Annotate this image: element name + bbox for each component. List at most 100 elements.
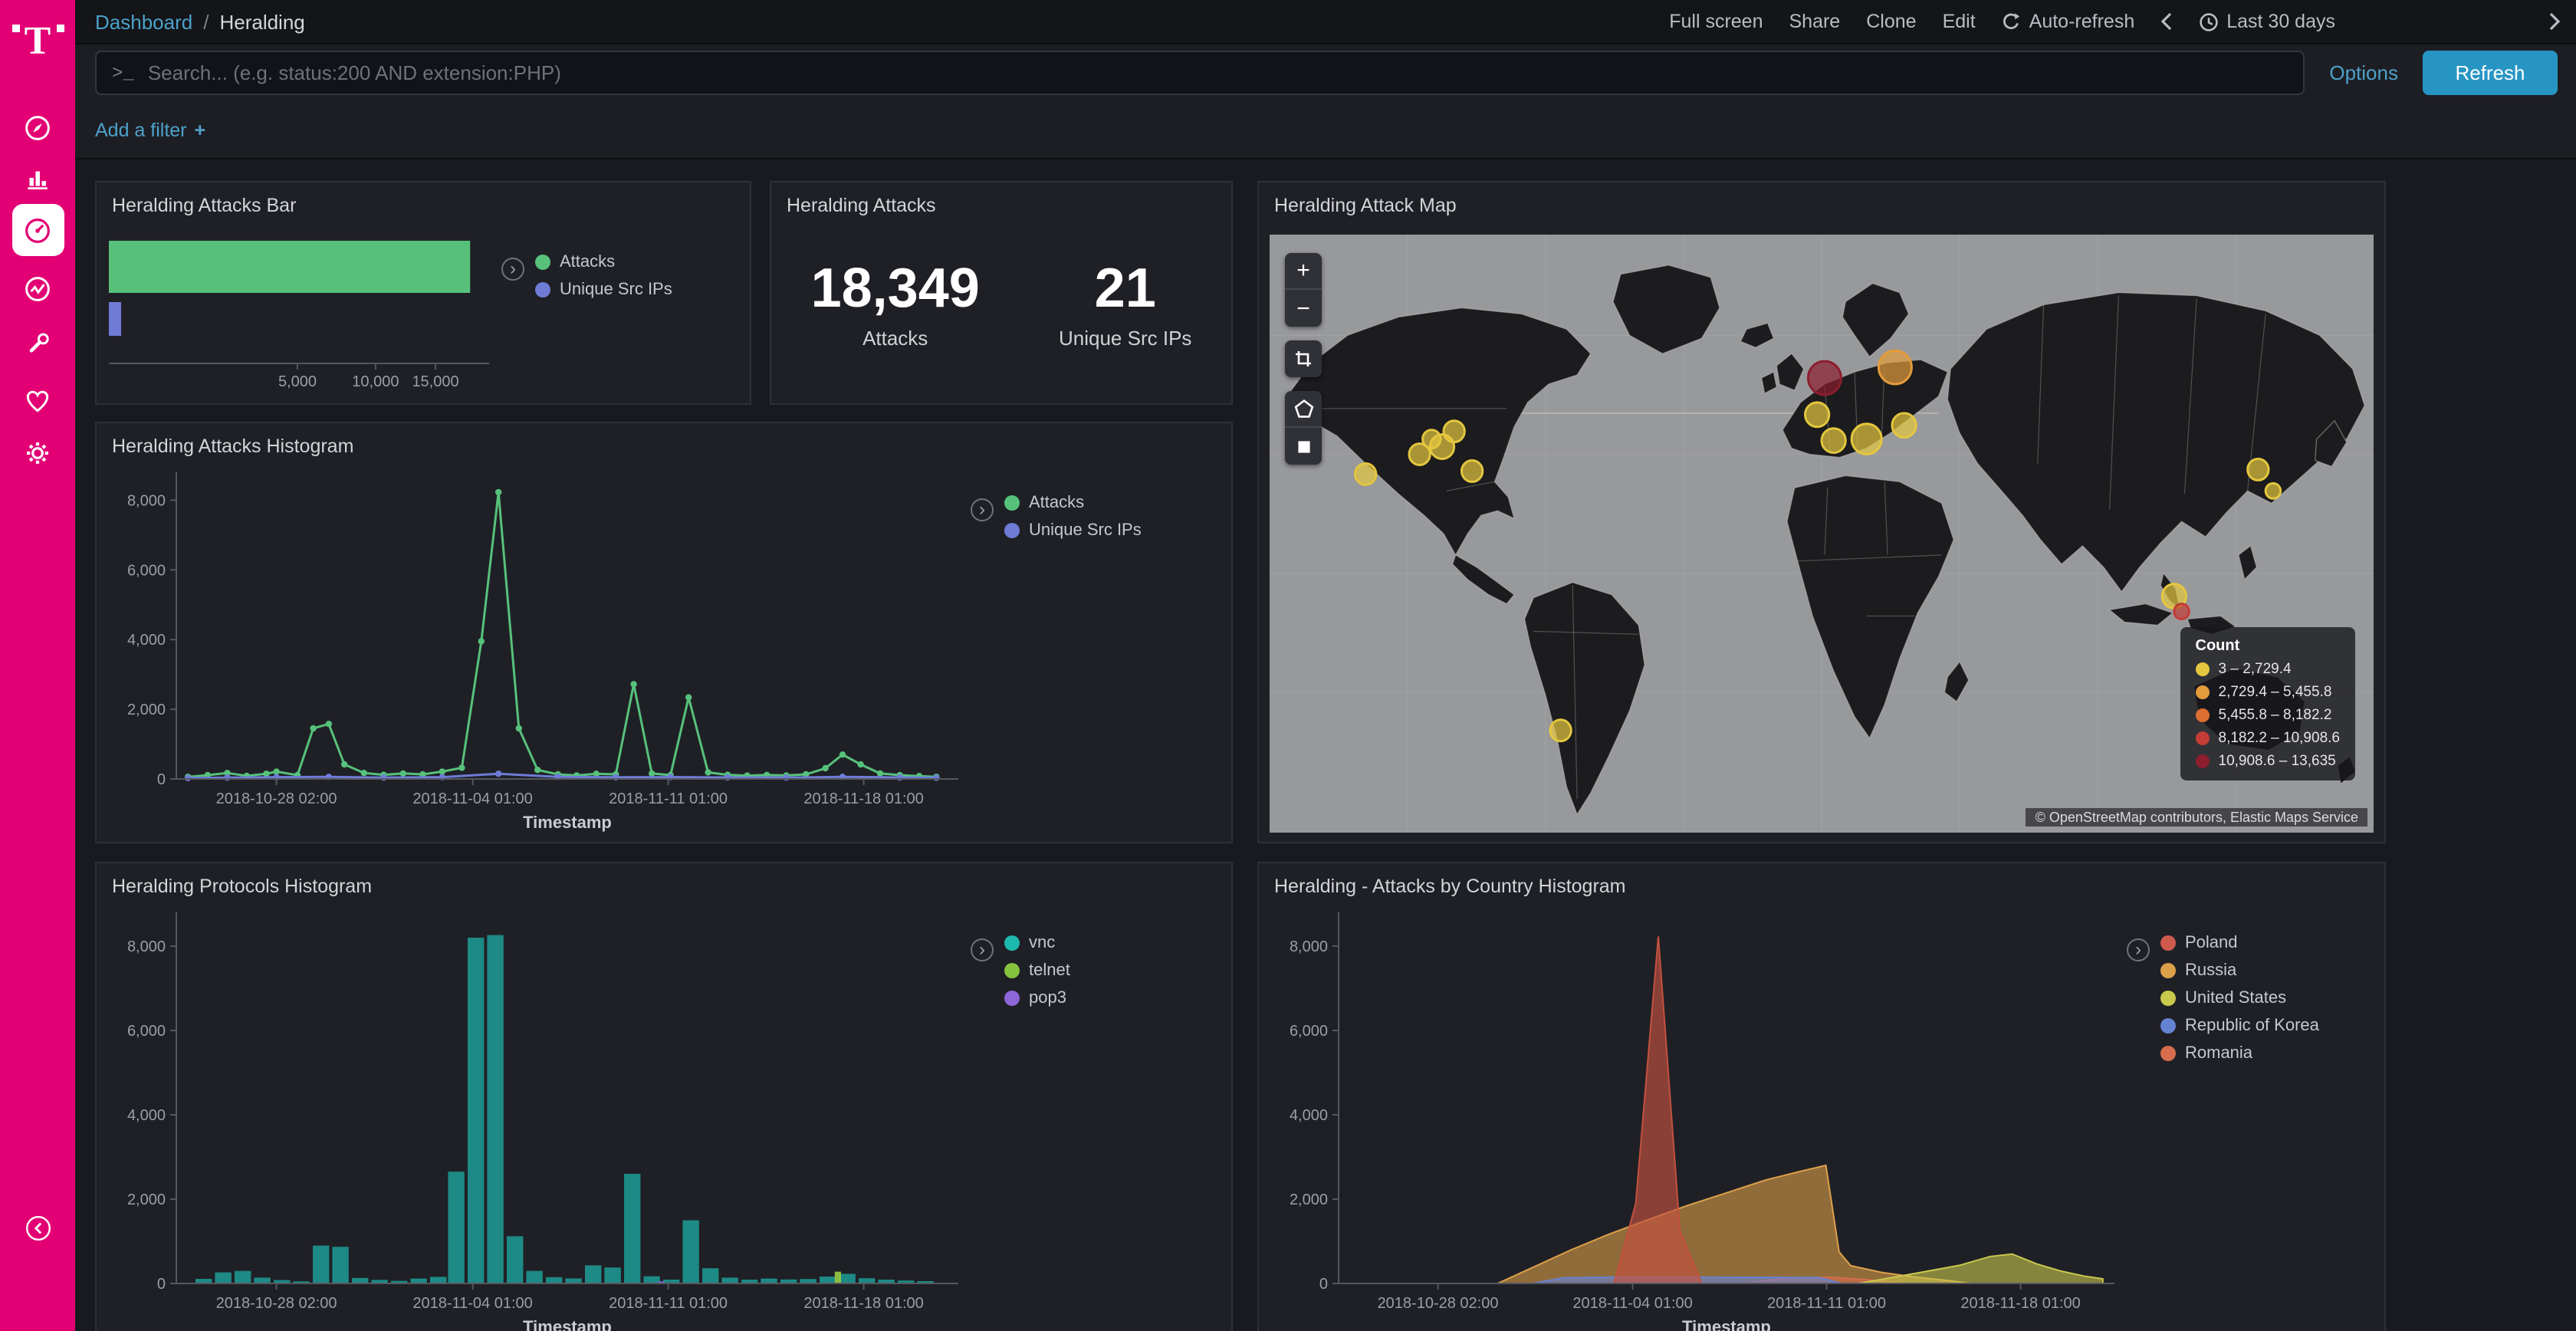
legend-toggle-icon[interactable]: › bbox=[971, 498, 994, 521]
sidebar-item-timelion[interactable] bbox=[12, 262, 64, 314]
share-button[interactable]: Share bbox=[1789, 11, 1841, 32]
panel-title: Heralding Attacks Histogram bbox=[97, 423, 1231, 457]
map-attribution: © OpenStreetMap contributors, Elastic Ma… bbox=[2026, 808, 2367, 827]
crop-icon bbox=[1294, 350, 1313, 368]
legend-item[interactable]: 5,455.8 – 8,182.2 bbox=[2196, 707, 2341, 724]
legend-dot bbox=[535, 255, 550, 270]
clone-button[interactable]: Clone bbox=[1866, 11, 1916, 32]
svg-text:4,000: 4,000 bbox=[127, 632, 166, 649]
map-point[interactable] bbox=[2174, 604, 2190, 619]
chart-legend: Poland Russia United States Republic of Kor… bbox=[2160, 934, 2319, 1072]
edit-button[interactable]: Edit bbox=[1943, 11, 1976, 32]
chart-canvas: 02,0004,0006,0008,0002018-10-28 02:00201… bbox=[106, 900, 968, 1331]
legend-item[interactable]: 3 – 2,729.4 bbox=[2196, 661, 2341, 678]
legend-label: telnet bbox=[1029, 961, 1070, 980]
map-point[interactable] bbox=[1355, 463, 1376, 485]
sidebar-item-dev-tools[interactable] bbox=[12, 317, 64, 370]
map-draw-rectangle-button[interactable] bbox=[1285, 428, 1322, 465]
add-filter-plus-icon[interactable]: + bbox=[195, 119, 206, 140]
sidebar-item-management[interactable] bbox=[12, 426, 64, 478]
panel-heralding-protocols-histogram: Heralding Protocols Histogram 02,0004,00… bbox=[95, 862, 1233, 1331]
map-point[interactable] bbox=[1550, 720, 1571, 741]
metric-unique-src-ips: 21 Unique Src IPs bbox=[1059, 256, 1191, 350]
legend-label: Attacks bbox=[1029, 494, 1084, 512]
legend-label: Unique Src IPs bbox=[560, 281, 672, 299]
chart-canvas: 5,00010,00015,000 bbox=[103, 225, 498, 397]
map-point[interactable] bbox=[1822, 429, 1845, 453]
sidebar-collapse-button[interactable] bbox=[15, 1205, 61, 1251]
metric-label: Attacks bbox=[811, 327, 980, 350]
time-range-picker[interactable]: Last 30 days bbox=[2199, 11, 2335, 32]
legend-label: Poland bbox=[2185, 934, 2238, 952]
svg-text:8,000: 8,000 bbox=[1290, 938, 1328, 955]
time-forward-button[interactable] bbox=[2548, 12, 2561, 31]
search-box[interactable]: >_ bbox=[95, 51, 2305, 95]
chart-canvas: 02,0004,0006,0008,0002018-10-28 02:00201… bbox=[106, 460, 968, 834]
time-back-button[interactable] bbox=[2160, 12, 2173, 31]
sidebar-item-dashboard[interactable] bbox=[12, 204, 64, 256]
legend-label: 5,455.8 – 8,182.2 bbox=[2219, 707, 2332, 724]
legend-item[interactable]: Unique Src IPs bbox=[1004, 521, 1142, 540]
map-fit-bounds-button[interactable] bbox=[1285, 340, 1322, 377]
filter-bar: Add a filter + bbox=[75, 101, 2576, 159]
svg-text:Timestamp: Timestamp bbox=[523, 813, 612, 832]
full-screen-button[interactable]: Full screen bbox=[1669, 11, 1763, 32]
legend-item[interactable]: 10,908.6 – 13,635 bbox=[2196, 753, 2341, 770]
legend-item[interactable]: vnc bbox=[1004, 934, 1070, 952]
legend-item[interactable]: Romania bbox=[2160, 1044, 2319, 1063]
legend-item[interactable]: Unique Src IPs bbox=[535, 281, 672, 299]
legend-toggle-icon[interactable]: › bbox=[971, 938, 994, 961]
svg-text:2,000: 2,000 bbox=[1290, 1191, 1328, 1208]
chevron-left-icon bbox=[2160, 12, 2173, 31]
map-point[interactable] bbox=[1805, 403, 1829, 427]
chart-legend: Attacks Unique Src IPs bbox=[1004, 494, 1142, 549]
map-point[interactable] bbox=[1892, 413, 1916, 438]
svg-text:2018-11-04 01:00: 2018-11-04 01:00 bbox=[412, 1295, 532, 1312]
legend-label: 8,182.2 – 10,908.6 bbox=[2219, 730, 2341, 747]
map-point[interactable] bbox=[2266, 483, 2281, 498]
chevron-right-icon bbox=[2548, 12, 2561, 31]
map-point[interactable] bbox=[1461, 460, 1482, 481]
attacks-bar-chart: 5,00010,00015,000 bbox=[103, 225, 498, 397]
refresh-icon bbox=[2002, 12, 2022, 31]
world-map[interactable]: + − bbox=[1270, 235, 2374, 833]
legend-item[interactable]: Russia bbox=[2160, 961, 2319, 980]
map-zoom-out-button[interactable]: − bbox=[1285, 290, 1322, 327]
legend-item[interactable]: Attacks bbox=[1004, 494, 1142, 512]
legend-item[interactable]: 2,729.4 – 5,455.8 bbox=[2196, 684, 2341, 701]
search-input[interactable] bbox=[148, 61, 2288, 84]
legend-toggle-icon[interactable]: › bbox=[501, 258, 524, 281]
legend-item[interactable]: Attacks bbox=[535, 253, 672, 271]
refresh-button[interactable]: Refresh bbox=[2423, 51, 2558, 95]
map-draw-polygon-button[interactable] bbox=[1285, 391, 1322, 428]
legend-item[interactable]: United States bbox=[2160, 989, 2319, 1007]
legend-item[interactable]: 8,182.2 – 10,908.6 bbox=[2196, 730, 2341, 747]
legend-label: 3 – 2,729.4 bbox=[2219, 661, 2292, 678]
sidebar-item-visualize[interactable] bbox=[12, 152, 64, 204]
add-filter-link[interactable]: Add a filter bbox=[95, 119, 187, 140]
legend-item[interactable]: pop3 bbox=[1004, 989, 1070, 1007]
auto-refresh-button[interactable]: Auto-refresh bbox=[2002, 11, 2135, 32]
options-link[interactable]: Options bbox=[2329, 61, 2398, 84]
sidebar-item-discover[interactable] bbox=[12, 101, 64, 153]
query-bar: >_ Options Refresh bbox=[75, 44, 2576, 101]
timelion-icon bbox=[23, 274, 52, 303]
map-point[interactable] bbox=[2248, 459, 2269, 481]
legend-toggle-icon[interactable]: › bbox=[2127, 938, 2150, 961]
map-point[interactable] bbox=[1878, 350, 1911, 384]
map-point[interactable] bbox=[1444, 421, 1464, 442]
sidebar-item-monitoring[interactable] bbox=[12, 374, 64, 426]
map-point[interactable] bbox=[1852, 424, 1881, 455]
map-zoom-in-button[interactable]: + bbox=[1285, 253, 1322, 290]
legend-label: Attacks bbox=[560, 253, 615, 271]
telekom-logo[interactable]: T bbox=[0, 12, 75, 74]
legend-item[interactable]: Republic of Korea bbox=[2160, 1017, 2319, 1035]
breadcrumb-dashboard-link[interactable]: Dashboard bbox=[95, 10, 192, 33]
polygon-icon bbox=[1293, 399, 1313, 419]
panel-title: Heralding Protocols Histogram bbox=[97, 863, 1231, 897]
legend-item[interactable]: Poland bbox=[2160, 934, 2319, 952]
legend-dot bbox=[1004, 523, 1020, 538]
legend-item[interactable]: telnet bbox=[1004, 961, 1070, 980]
svg-text:2018-11-18 01:00: 2018-11-18 01:00 bbox=[803, 790, 923, 807]
map-point[interactable] bbox=[1808, 361, 1841, 395]
